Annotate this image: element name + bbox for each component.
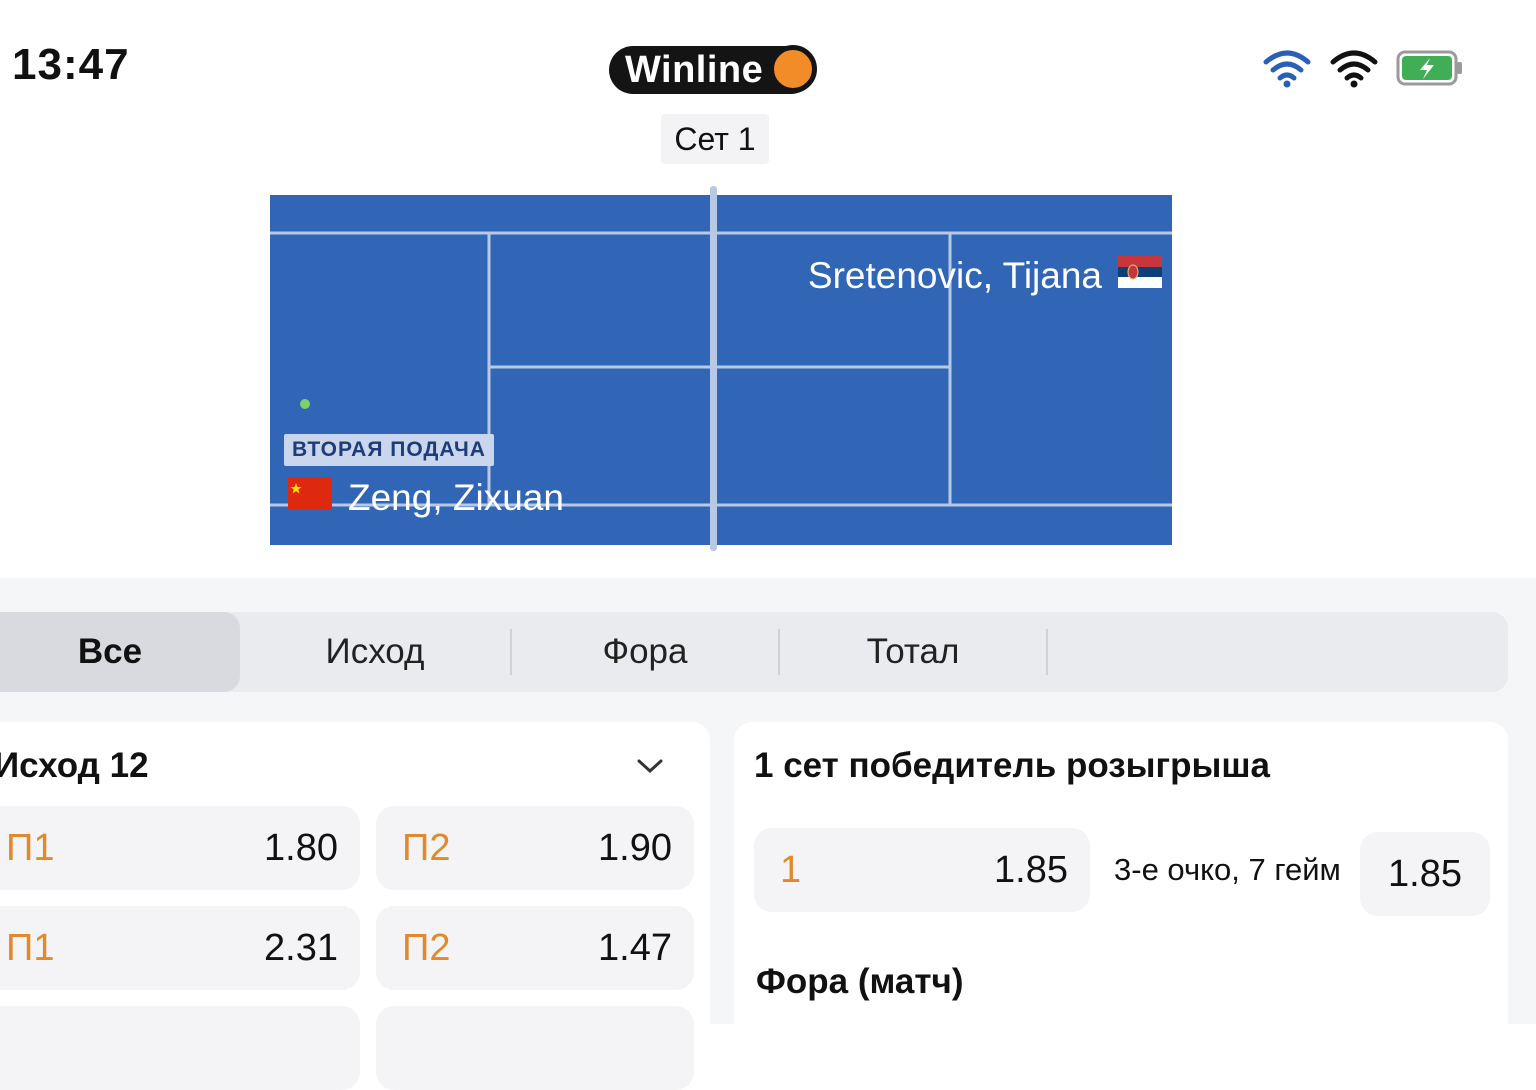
tab-handicap[interactable]: Фора [512, 612, 778, 692]
odd-label: П1 [6, 826, 55, 869]
tab-all[interactable]: Все [0, 612, 240, 692]
serve-badge: ВТОРАЯ ПОДАЧА [284, 434, 494, 466]
odd-value: 1.80 [264, 826, 338, 869]
tennis-ball-icon [300, 399, 310, 409]
odd-value: 1.85 [994, 848, 1068, 891]
odd-label: П1 [6, 926, 55, 969]
brand-logo: Winline [609, 45, 818, 95]
serbia-flag-icon [1118, 255, 1162, 297]
status-time: 13:47 [12, 40, 130, 89]
point-winner-title: 1 сет победитель розыгрыша [754, 746, 1271, 785]
point-description: 3-е очко, 7 гейм [1114, 852, 1341, 887]
player-top-name: Sretenovic, Tijana [807, 255, 1102, 296]
player-top: Sretenovic, Tijana [808, 255, 1162, 297]
tab-divider [1046, 629, 1048, 675]
betting-area: Все Исход Фора Тотал Исход 12 П1 1.80 П2… [0, 578, 1536, 1090]
wifi-icon [1330, 48, 1378, 93]
set-label: Сет 1 [661, 114, 769, 164]
odd-button[interactable]: 1.85 [1360, 832, 1490, 916]
handicap-section-title: Фора (матч) [756, 962, 964, 1001]
odd-button[interactable]: 1 1.85 [754, 828, 1090, 912]
odd-button[interactable]: П2 1.47 [376, 906, 694, 990]
point-winner-card: 1 сет победитель розыгрыша 1 1.85 3-е оч… [734, 722, 1508, 1042]
outcome-card-title: Исход 12 [0, 746, 149, 785]
outcome-card: Исход 12 П1 1.80 П2 1.90 П1 2.31 П2 1.47 [0, 722, 710, 1090]
market-tabs: Все Исход Фора Тотал [0, 612, 1508, 692]
status-icons [1262, 48, 1464, 93]
player-bottom: Zeng, Zixuan [288, 477, 564, 519]
odd-label: 1 [780, 848, 802, 891]
court-net [710, 186, 717, 551]
chevron-down-icon[interactable] [636, 756, 664, 781]
odd-button[interactable] [376, 1006, 694, 1090]
odd-label: П2 [402, 926, 451, 969]
tab-outcome[interactable]: Исход [240, 612, 510, 692]
player-bottom-name: Zeng, Zixuan [348, 477, 564, 518]
odd-button[interactable]: П1 1.80 [0, 806, 360, 890]
odd-button[interactable]: П1 2.31 [0, 906, 360, 990]
odd-value: 1.47 [598, 926, 672, 969]
odd-value: 1.85 [1388, 852, 1462, 895]
odd-label: П2 [402, 826, 451, 869]
tab-total[interactable]: Тотал [780, 612, 1046, 692]
wifi-icon [1262, 48, 1312, 93]
odd-value: 2.31 [264, 926, 338, 969]
china-flag-icon [288, 477, 332, 519]
brand-dot-icon [769, 45, 818, 93]
tennis-court: Sretenovic, Tijana ВТОРАЯ ПОДАЧА Zeng, Z… [270, 186, 1172, 551]
battery-charging-icon [1396, 50, 1464, 91]
odd-value: 1.90 [598, 826, 672, 869]
odd-button[interactable] [0, 1006, 360, 1090]
odd-button[interactable]: П2 1.90 [376, 806, 694, 890]
